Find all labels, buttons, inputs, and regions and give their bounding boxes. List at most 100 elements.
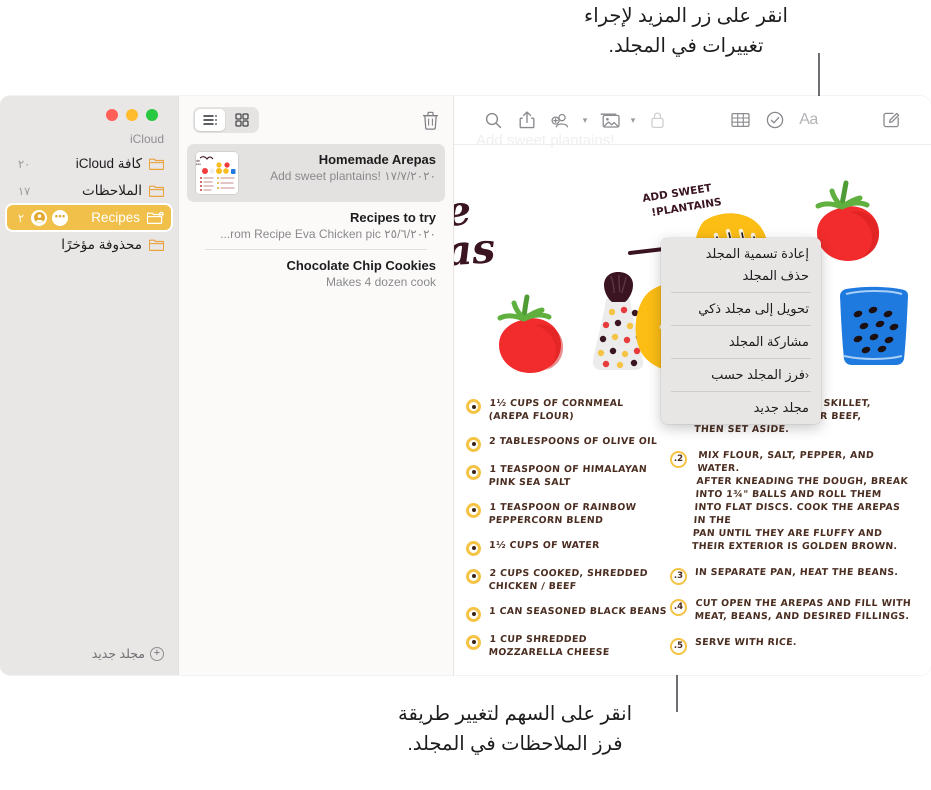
step-item: 5. SERVE WITH RICE.: [670, 637, 915, 655]
search-icon[interactable]: [476, 112, 510, 129]
bullet-icon: [466, 436, 481, 452]
note-list-pane: Homemade Arepas Hom: [178, 96, 453, 675]
folder-icon: [149, 238, 164, 251]
ingredient-text: 1 TEASPOON OF HIMALAYAN PINK SEA SALT: [488, 463, 648, 488]
context-menu-item-convert-to-smart-folder[interactable]: تحويل إلى مجلد ذكي: [661, 298, 821, 320]
ingredient-text: 1 CAN SEASONED BLACK BEANS: [488, 605, 668, 617]
add-person-icon[interactable]: [544, 111, 578, 129]
step-number: 2.: [670, 450, 687, 468]
note-subtitle: ٢٥/٦/٢٠٢٠ ...rom Recipe Eva Chicken pic: [196, 227, 436, 241]
context-menu-item-label: فرز المجلد حسب: [711, 367, 805, 382]
new-folder-button[interactable]: + مجلد جديد: [0, 646, 178, 675]
sidebar-item-all-icloud[interactable]: كافة iCloud ٢٠: [7, 151, 171, 176]
minimize-button[interactable]: [126, 109, 138, 121]
note-list-item[interactable]: Recipes to try ٢٥/٦/٢٠٢٠ ...rom Recipe E…: [187, 202, 445, 249]
folder-icon: [149, 157, 164, 170]
sidebar-item-label: محذوفة مؤخرًا: [61, 236, 142, 252]
sidebar-item-count: ٢: [18, 212, 25, 225]
note-title: Chocolate Chip Cookies: [286, 258, 436, 273]
note-preview: Add sweet plantains!: [270, 169, 381, 183]
context-menu-separator: [671, 391, 811, 392]
list-view-icon[interactable]: [195, 109, 225, 131]
close-button[interactable]: [106, 109, 118, 121]
context-menu-item-label: مشاركة المجلد: [728, 334, 809, 349]
checklist-icon[interactable]: [758, 111, 792, 129]
sidebar-item-actions: •••: [31, 209, 69, 226]
step-number: 3.: [670, 567, 687, 585]
step-number: 5.: [670, 637, 687, 655]
sidebar-item-recipes[interactable]: Recipes ••• ٢: [7, 205, 171, 230]
chevron-left-icon: ‹: [805, 368, 809, 382]
context-menu-item-rename-folder[interactable]: إعادة تسمية المجلد: [661, 243, 821, 265]
step-text: SERVE WITH RICE.: [694, 636, 798, 648]
ingredient-item: 2 TABLESPOONS OF OLIVE OIL: [466, 436, 670, 452]
bullet-icon: [466, 568, 481, 584]
recipe-text: 1½ CUPS OF CORNMEAL (AREPA FLOUR) 2 TABL…: [454, 392, 931, 672]
note-list-item[interactable]: Chocolate Chip Cookies Makes 4 dozen coo…: [187, 250, 445, 297]
step-number: 4.: [670, 598, 687, 616]
shared-folder-icon: [147, 211, 164, 224]
lock-icon[interactable]: [640, 111, 674, 129]
note-title: Homemade Arepas: [318, 152, 436, 167]
note-toolbar: ▾ ▾ Aa: [454, 96, 931, 144]
context-menu-item-label: إعادة تسمية المجلد: [705, 246, 809, 261]
lock-chevron-down-icon[interactable]: ▾: [626, 115, 640, 126]
folder-icon: [149, 184, 164, 197]
media-icon[interactable]: [592, 112, 626, 128]
sidebar-item-label: كافة iCloud: [75, 155, 142, 171]
window-traffic-lights: [14, 96, 178, 121]
bullet-icon: [466, 634, 481, 650]
step-item: 2. MIX FLOUR, SALT, PEPPER, AND WATER. AF…: [670, 450, 915, 554]
ingredient-item: 1½ CUPS OF CORNMEAL (AREPA FLOUR): [466, 398, 670, 424]
ingredient-item: 1 CAN SEASONED BLACK BEANS: [466, 606, 670, 622]
step-item: 3. IN SEPARATE PAN, HEAT THE BEANS.: [670, 567, 915, 585]
format-label: Aa: [799, 111, 818, 128]
annotation-top: انقر على زر المزيد لإجراء تغييرات في الم…: [584, 5, 788, 57]
bullet-icon: [466, 464, 481, 480]
step-item: 4. CUT OPEN THE AREPAS AND FILL WITH MEAT…: [670, 598, 915, 624]
step-text: CUT OPEN THE AREPAS AND FILL WITH MEAT, …: [694, 597, 912, 622]
format-icon[interactable]: Aa: [792, 111, 826, 129]
ingredient-text: 1½ CUPS OF CORNMEAL (AREPA FLOUR): [488, 398, 624, 422]
folder-context-menu: إعادة تسمية المجلد حذف المجلد تحويل إلى …: [661, 238, 821, 424]
context-menu-item-label: تحويل إلى مجلد ذكي: [698, 301, 809, 316]
person-icon[interactable]: [31, 209, 48, 226]
step-text: IN SEPARATE PAN, HEAT THE BEANS.: [694, 566, 899, 578]
sidebar-item-count: ١٧: [18, 185, 31, 198]
ingredient-item: 1½ CUPS OF WATER: [466, 540, 670, 556]
sidebar-item-label: Recipes: [91, 210, 140, 225]
note-title: Recipes to try: [350, 210, 436, 225]
svg-text:Arepas: Arepas: [196, 162, 201, 166]
context-menu-item-new-folder[interactable]: مجلد جديد: [661, 397, 821, 419]
table-icon[interactable]: [724, 112, 758, 128]
context-menu-item-delete-folder[interactable]: حذف المجلد: [661, 265, 821, 287]
plus-circle-icon: +: [150, 646, 164, 661]
sidebar-section-icloud: iCloud: [129, 132, 164, 146]
screenshot-root: انقر على زر المزيد لإجراء تغييرات في الم…: [0, 0, 931, 790]
sidebar-item-recently-deleted[interactable]: محذوفة مؤخرًا: [7, 232, 171, 257]
context-menu-item-sort-folder-by[interactable]: فرز المجلد حسب ‹: [661, 364, 821, 386]
grid-view-icon[interactable]: [227, 109, 257, 131]
ingredient-item: 1 TEASPOON OF RAINBOW PEPPERCORN BLEND: [466, 502, 670, 528]
note-list-item[interactable]: Homemade Arepas Hom: [187, 144, 445, 202]
ingredient-text: 1½ CUPS OF WATER: [488, 539, 601, 551]
note-preview: Makes 4 dozen cook: [325, 275, 436, 289]
compose-icon[interactable]: [875, 111, 909, 129]
media-chevron-down-icon[interactable]: ▾: [578, 115, 592, 126]
new-folder-label: مجلد جديد: [91, 647, 145, 661]
step-text: MIX FLOUR, SALT, PEPPER, AND WATER. AFTE…: [691, 449, 909, 552]
sidebar-item-notes[interactable]: الملاحظات ١٧: [7, 178, 171, 203]
note-thumbnail: Homemade Arepas: [196, 152, 238, 194]
context-menu-separator: [671, 292, 811, 293]
steps-column: 1.IN A LARGE NONSTICK SKILLET, WARM THE …: [670, 398, 919, 672]
note-date: ١٧/٧/٢٠٢٠: [384, 169, 436, 183]
share-icon[interactable]: [510, 111, 544, 129]
sidebar: iCloud كافة iCloud ٢٠ الملاحظات ١٧ Recip…: [0, 96, 178, 675]
more-icon[interactable]: •••: [52, 209, 69, 226]
context-menu-item-label: حذف المجلد: [742, 268, 809, 283]
context-menu-separator: [671, 358, 811, 359]
trash-icon[interactable]: [422, 111, 439, 130]
ingredient-text: 2 TABLESPOONS OF OLIVE OIL: [488, 435, 658, 447]
context-menu-item-share-folder[interactable]: مشاركة المجلد: [661, 331, 821, 353]
maximize-button[interactable]: [146, 109, 158, 121]
